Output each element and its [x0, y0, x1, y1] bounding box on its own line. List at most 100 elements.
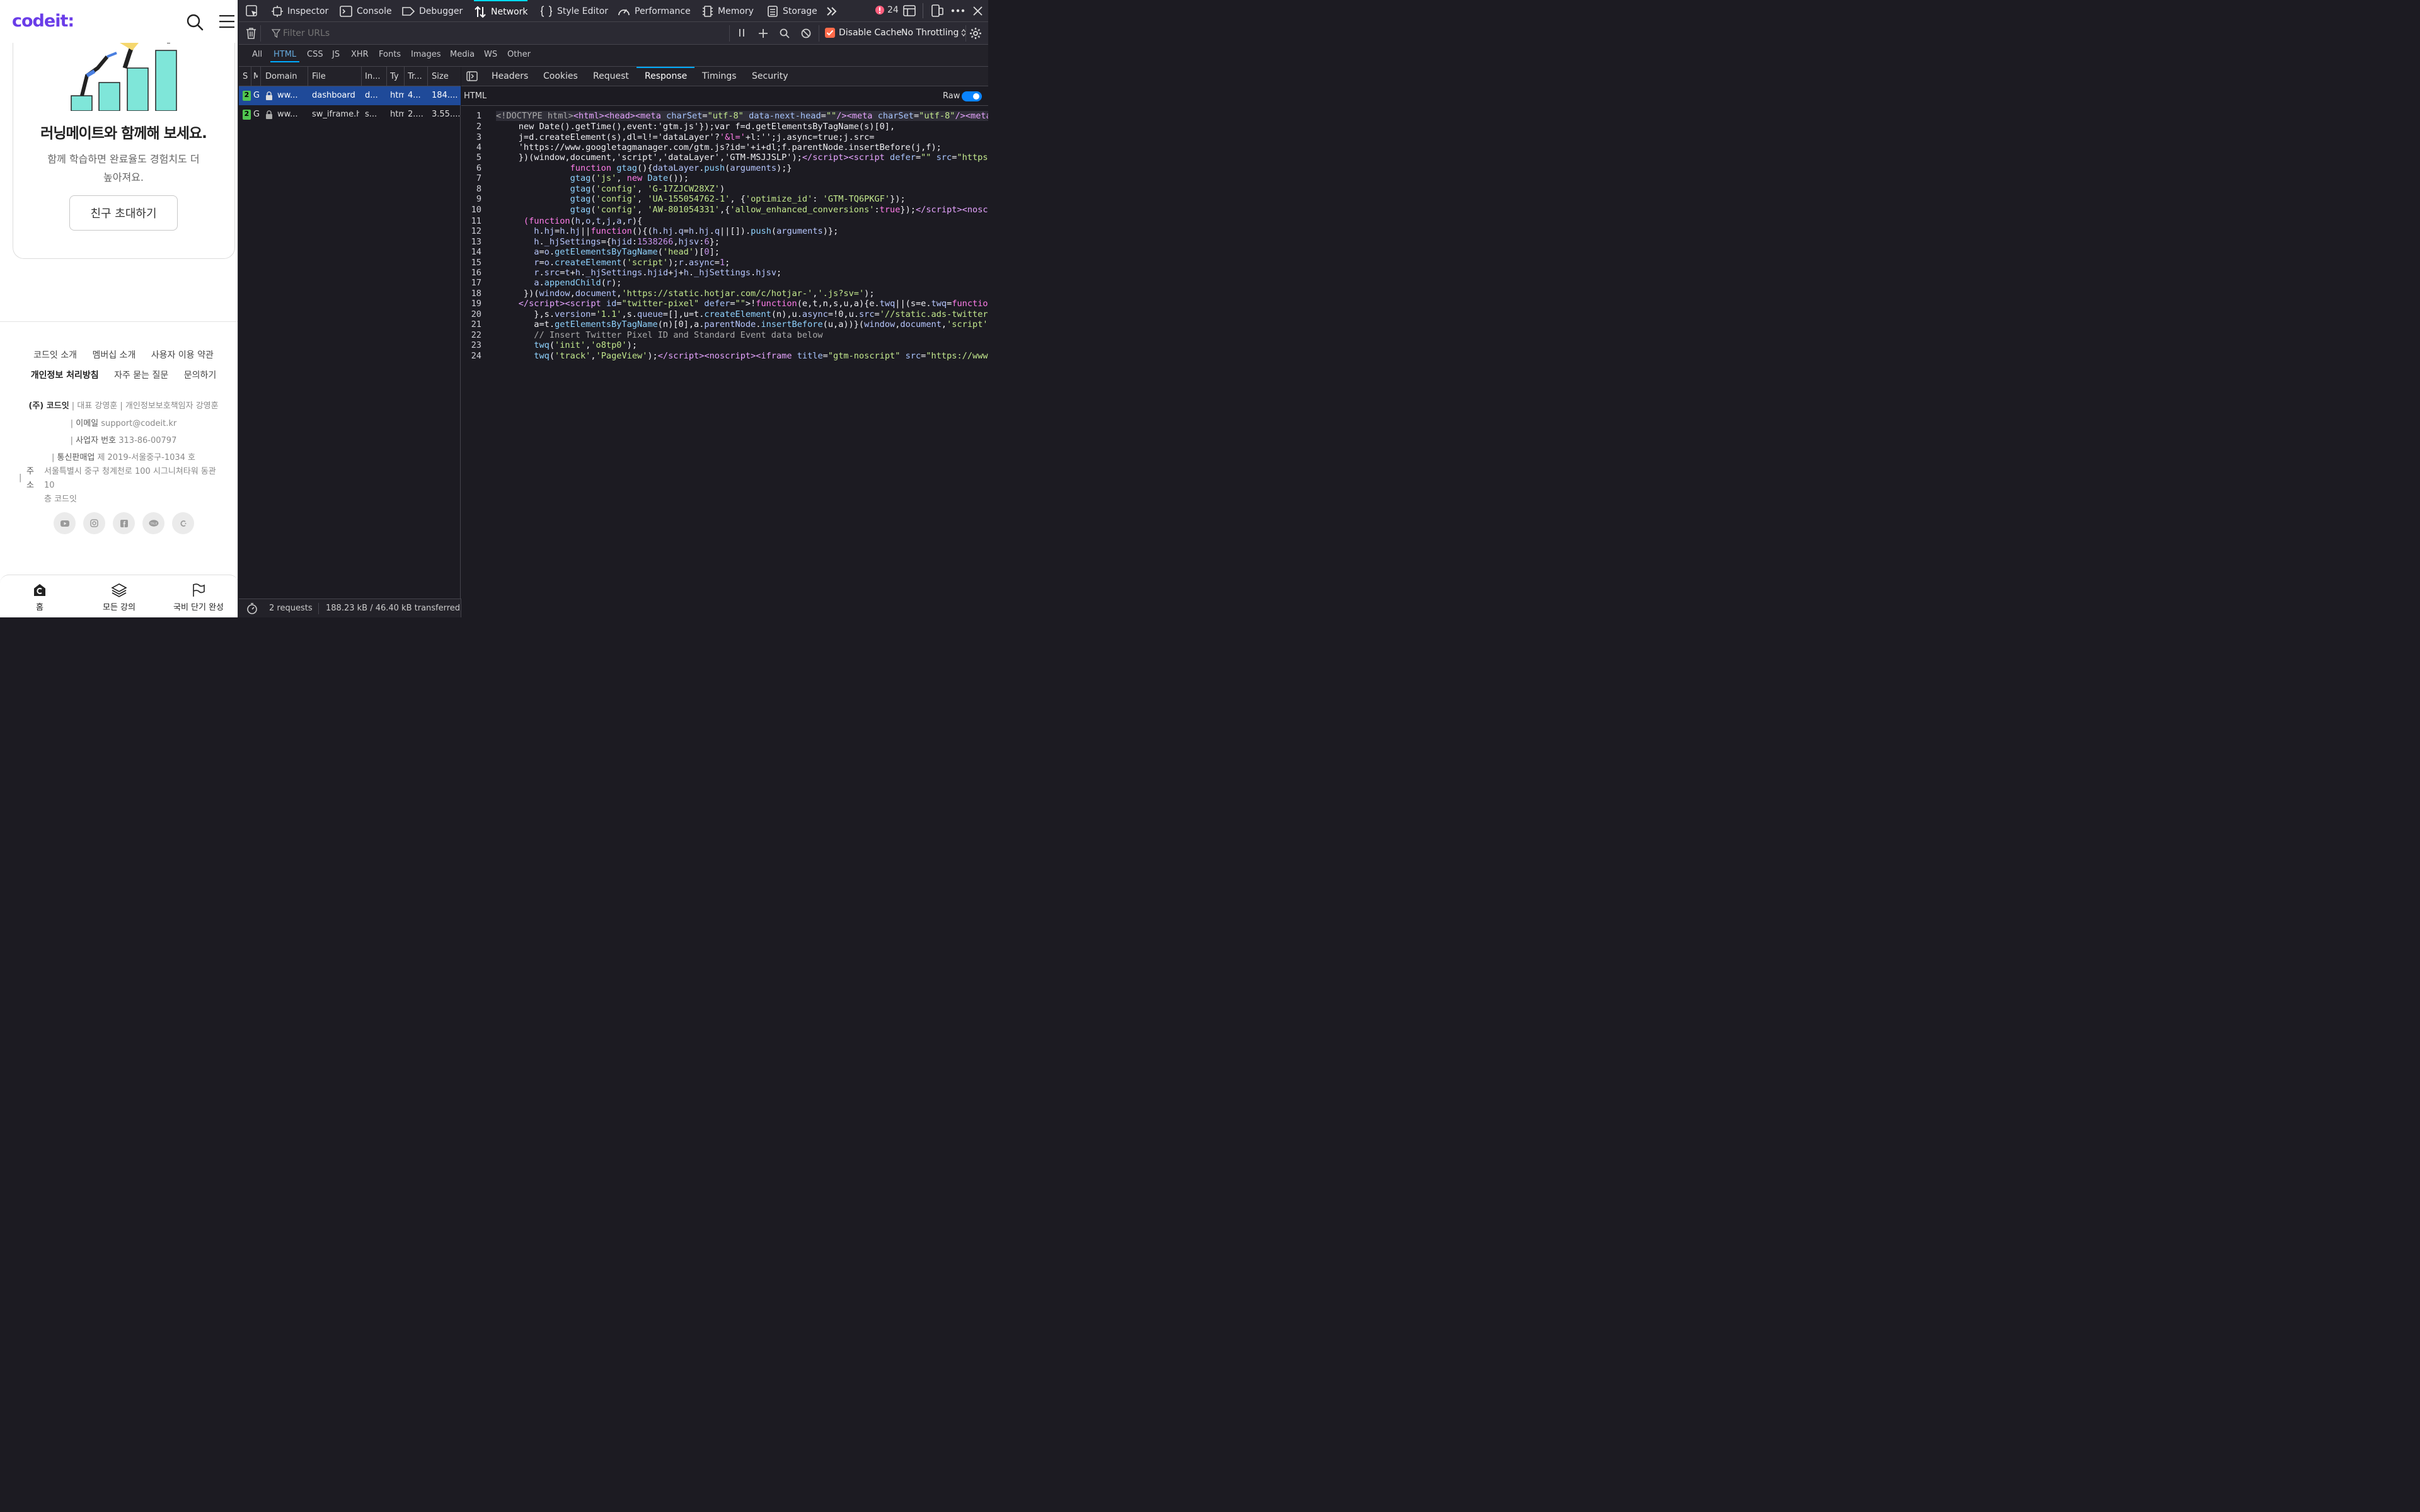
block-icon[interactable] — [801, 28, 811, 38]
request-file: sw_iframe.ht — [312, 110, 359, 119]
invite-friend-button[interactable]: 친구 초대하기 — [69, 195, 178, 231]
tab-console[interactable]: Console — [340, 0, 392, 22]
code-line-2: new Date().getTime(),event:'gtm.js'});va… — [498, 122, 896, 132]
code-line-12: h.hj=h.hj||function(){(h.hj.q=h.hj.q||[]… — [534, 226, 839, 236]
bottom-nav: 홈 모든 강의 국비 단기 완성 — [0, 575, 238, 617]
tab-security[interactable]: Security — [752, 71, 788, 81]
tab-debugger-label: Debugger — [419, 6, 463, 16]
nav-home-label: 홈 — [36, 603, 43, 612]
tab-headers[interactable]: Headers — [492, 71, 528, 81]
filter-ws[interactable]: WS — [481, 50, 500, 62]
tab-cookies[interactable]: Cookies — [543, 71, 578, 81]
toggle-sidebar-icon[interactable] — [466, 71, 478, 81]
codeit-logo[interactable]: codeit: — [12, 11, 74, 31]
filter-images[interactable]: Images — [408, 50, 444, 62]
raw-toggle-switch[interactable] — [962, 91, 982, 101]
error-count[interactable]: 24 — [875, 5, 899, 15]
tab-performance-label: Performance — [635, 6, 691, 16]
tab-request[interactable]: Request — [593, 71, 629, 81]
tab-performance[interactable]: Performance — [618, 0, 691, 22]
request-row-sw-iframe[interactable]: 2 GI ww... sw_iframe.ht s... htm 2.... 3… — [239, 105, 461, 124]
filter-all[interactable]: All — [249, 50, 265, 62]
trash-icon[interactable] — [246, 27, 256, 39]
line-number: 20 — [471, 309, 481, 319]
filter-xhr[interactable]: XHR — [348, 50, 372, 62]
search-icon[interactable] — [186, 13, 204, 31]
filter-css[interactable]: CSS — [304, 50, 326, 62]
col-initiator[interactable]: In... — [365, 72, 385, 81]
facebook-icon[interactable] — [113, 512, 135, 534]
line-number: 13 — [471, 237, 481, 247]
kakaotalk-icon[interactable]: TALK — [142, 512, 164, 534]
youtube-icon[interactable] — [54, 512, 76, 534]
card-title: 러닝메이트와 함께해 보세요. — [40, 125, 207, 142]
footer-link-about[interactable]: 코드잇 소개 — [33, 350, 77, 360]
footer-link-terms[interactable]: 사용자 이용 약관 — [151, 350, 214, 360]
code-line-11: (function(h,o,t,j,a,r){ — [523, 216, 643, 226]
request-row-dashboard[interactable]: 2 GI ww... dashboard d... htm 4... 184..… — [239, 86, 461, 105]
request-initiator: s... — [365, 110, 377, 119]
card-desc-line1: 함께 학습하면 완료율도 경험치도 더 — [47, 153, 200, 165]
tab-inspector[interactable]: Inspector — [272, 0, 328, 22]
col-type[interactable]: Ty — [390, 72, 401, 81]
col-status[interactable]: S — [243, 72, 249, 81]
tab-memory-label: Memory — [718, 6, 754, 16]
more-tabs-chevron-icon[interactable] — [826, 6, 838, 16]
filter-other[interactable]: Other — [504, 50, 534, 62]
code-line-21: a=t.getElementsByTagName(n)[0],a.parentN… — [498, 319, 988, 329]
filter-fonts[interactable]: Fonts — [376, 50, 404, 62]
tab-timings[interactable]: Timings — [702, 71, 737, 81]
line-number: 2 — [476, 122, 481, 132]
filter-media[interactable]: Media — [447, 50, 478, 62]
tab-debugger[interactable]: Debugger — [402, 0, 463, 22]
response-code-viewer[interactable]: 1 2 3 4 5 6 7 8 9 10 11 12 13 14 15 16 17 18 19 20 21 22 23 24 … — [461, 106, 988, 617]
card-description: 함께 학습하면 완료율도 경험치도 더 높아져요. — [38, 150, 209, 186]
filter-html[interactable]: HTML — [270, 50, 300, 62]
settings-gear-icon[interactable] — [969, 27, 982, 40]
filter-urls-input[interactable] — [283, 26, 724, 40]
col-transferred[interactable]: Tr... — [408, 72, 427, 81]
footer-link-faq[interactable]: 자주 묻는 질문 — [114, 370, 168, 381]
tab-response[interactable]: Response — [645, 71, 687, 81]
request-domain: ww... — [277, 91, 298, 100]
nav-home[interactable]: 홈 — [0, 575, 79, 617]
nav-bootcamp[interactable]: 국비 단기 완성 — [159, 575, 238, 617]
pause-icon[interactable] — [738, 28, 746, 37]
raw-toggle-label: Raw — [943, 91, 960, 101]
code-line-23: twq('init','o8tp0'); — [534, 340, 638, 350]
dock-layout-icon[interactable] — [903, 5, 916, 16]
disable-cache-toggle[interactable]: Disable Cache — [825, 28, 902, 38]
col-domain[interactable]: Domain — [265, 72, 304, 81]
company-name: (주) 코드잇 — [28, 401, 69, 411]
tab-network[interactable]: Network — [474, 0, 528, 22]
responsive-design-icon[interactable] — [931, 4, 943, 17]
col-method[interactable]: M — [253, 72, 258, 81]
instagram-icon[interactable] — [83, 512, 105, 534]
plus-icon[interactable] — [758, 28, 768, 38]
line-number: 21 — [471, 319, 481, 329]
footer-link-membership[interactable]: 멤버십 소개 — [92, 350, 135, 360]
transfer-summary: 188.23 kB / 46.40 kB transferred — [326, 604, 461, 613]
search-icon[interactable] — [780, 28, 790, 38]
filter-js[interactable]: JS — [329, 50, 343, 62]
line-number: 9 — [476, 194, 481, 204]
storage-icon — [768, 5, 778, 17]
mail-order-label: 통신판매업 — [57, 453, 95, 462]
close-icon[interactable] — [973, 6, 982, 16]
more-options-icon[interactable] — [951, 9, 965, 13]
checkbox-checked-icon[interactable] — [825, 28, 835, 38]
nav-all-courses[interactable]: 모든 강의 — [79, 575, 159, 617]
footer-link-privacy[interactable]: 개인정보 처리방침 — [31, 370, 99, 381]
throttling-select[interactable]: No Throttling — [901, 28, 966, 38]
privacy-officer-name: 강영훈 — [195, 401, 219, 411]
code-line-20: },s.version='1.1',s.queue=[],u=t.createE… — [498, 309, 988, 319]
col-size[interactable]: Size — [432, 72, 459, 81]
codeit-icon[interactable] — [172, 512, 194, 534]
tab-style-editor[interactable]: Style Editor — [540, 0, 608, 22]
tab-storage[interactable]: Storage — [767, 0, 817, 22]
hamburger-menu-icon[interactable] — [219, 14, 235, 29]
col-file[interactable]: File — [312, 72, 359, 81]
element-picker-icon[interactable] — [246, 5, 258, 18]
footer-link-contact[interactable]: 문의하기 — [184, 370, 217, 381]
tab-memory[interactable]: Memory — [702, 0, 754, 22]
